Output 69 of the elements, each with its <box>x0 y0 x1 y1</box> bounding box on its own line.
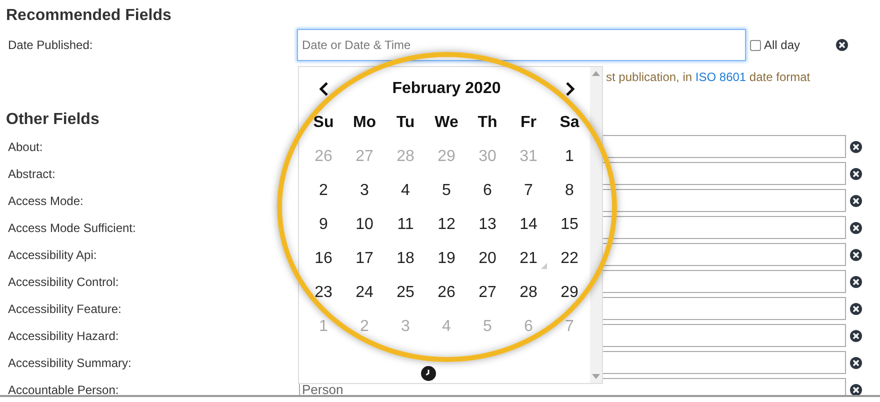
calendar-day[interactable]: 1 <box>549 140 590 174</box>
clear-icon[interactable] <box>850 302 862 314</box>
calendar-day[interactable]: 28 <box>508 276 549 310</box>
calendar-day[interactable]: 10 <box>344 208 385 242</box>
calendar-day[interactable]: 23 <box>303 276 344 310</box>
calendar-day[interactable]: 29 <box>549 276 590 310</box>
chevron-right-icon[interactable] <box>564 82 574 96</box>
iso-link[interactable]: ISO 8601 <box>695 70 746 84</box>
clear-icon[interactable] <box>850 248 862 260</box>
clear-icon[interactable] <box>850 356 862 368</box>
calendar-day[interactable]: 4 <box>385 174 426 208</box>
calendar-day[interactable]: 17 <box>344 242 385 276</box>
calendar-day[interactable]: 26 <box>426 276 467 310</box>
weekday-label: Sa <box>558 113 580 133</box>
section-heading: Recommended Fields <box>6 6 172 26</box>
section-heading: Other Fields <box>6 110 100 130</box>
calendar-day[interactable]: 20 <box>467 242 508 276</box>
calendar-day[interactable]: 14 <box>508 208 549 242</box>
calendar-day[interactable]: 11 <box>385 208 426 242</box>
clear-icon[interactable] <box>836 39 848 51</box>
calendar-day[interactable]: 13 <box>467 208 508 242</box>
field-label: Date Published: <box>8 38 94 52</box>
field-label: Accessibility Control: <box>8 274 120 288</box>
calendar-day[interactable]: 3 <box>344 174 385 208</box>
clock-icon[interactable] <box>420 366 436 381</box>
calendar-day[interactable]: 9 <box>303 208 344 242</box>
clear-icon[interactable] <box>850 276 862 288</box>
field-label: Accountable Person: <box>8 382 120 395</box>
checkbox-label: All day <box>764 38 800 52</box>
calendar-day[interactable]: 25 <box>385 276 426 310</box>
clear-icon[interactable] <box>850 330 862 342</box>
calendar-day[interactable]: 7 <box>508 174 549 208</box>
calendar-day[interactable]: 6 <box>467 174 508 208</box>
calendar-day[interactable]: 15 <box>549 208 590 242</box>
calendar-day[interactable]: 24 <box>344 276 385 310</box>
calendar-day[interactable]: 22 <box>549 242 590 276</box>
chevron-left-icon[interactable] <box>318 82 328 96</box>
weekday-label: Th <box>476 113 498 133</box>
clear-icon[interactable] <box>850 168 862 180</box>
calendar-day[interactable]: 27 <box>467 276 508 310</box>
all-day-checkbox[interactable] <box>750 40 761 50</box>
weekday-label: Su <box>312 113 335 133</box>
date-input-field[interactable]: Date or Date & Time <box>297 29 746 61</box>
field-label: Abstract: <box>8 166 56 180</box>
calendar-day[interactable]: 5 <box>426 174 467 208</box>
help-text: st publication, in ISO 8601 date format <box>606 70 810 84</box>
field-label: Access Mode: <box>8 194 84 208</box>
calendar-day[interactable]: 12 <box>426 208 467 242</box>
calendar-day[interactable]: 18 <box>385 242 426 276</box>
weekday-label: We <box>434 113 460 133</box>
calendar-day[interactable]: 8 <box>549 174 590 208</box>
calendar-day[interactable]: 16 <box>303 242 344 276</box>
weekday-label: Fr <box>520 113 538 133</box>
calendar-day[interactable]: 2 <box>303 174 344 208</box>
calendar-day[interactable]: 21 <box>508 242 549 276</box>
clear-icon[interactable] <box>850 194 862 206</box>
field-label: Accessibility Hazard: <box>8 328 120 342</box>
calendar-day[interactable]: 19 <box>426 242 467 276</box>
weekday-label: Mo <box>352 113 378 133</box>
month-title: February 2020 <box>392 80 501 98</box>
weekday-label: Tu <box>395 113 416 133</box>
clear-icon[interactable] <box>850 140 862 152</box>
field-label: About: <box>8 140 44 154</box>
field-label: Accessibility Feature: <box>8 302 122 316</box>
clear-icon[interactable] <box>850 384 862 395</box>
clear-icon[interactable] <box>850 222 862 234</box>
field-label: Accessibility Api: <box>8 248 98 262</box>
field-label: Access Mode Sufficient: <box>8 220 137 234</box>
field-label: Accessibility Summary: <box>8 356 132 370</box>
